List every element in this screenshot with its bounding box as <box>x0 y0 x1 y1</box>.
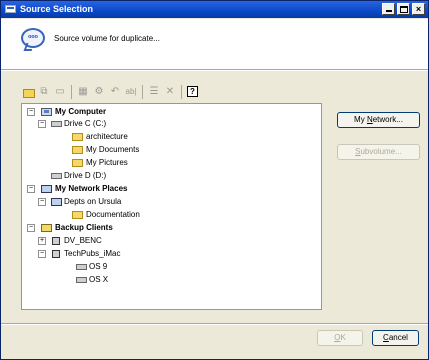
header-prompt: Source volume for duplicate... <box>54 34 160 43</box>
subvolume-button[interactable]: Subvolume... <box>337 144 420 160</box>
collapse-toggle[interactable]: − <box>38 250 46 258</box>
maximize-icon <box>400 6 408 13</box>
button-label: etwork... <box>372 115 403 124</box>
toolbar-divider <box>142 85 143 99</box>
move-icon[interactable]: ▭ <box>53 85 67 99</box>
folder-icon <box>72 159 83 167</box>
collapse-toggle[interactable]: − <box>27 185 35 193</box>
tree-label: Drive D (D:) <box>64 171 107 180</box>
button-label: ancel <box>388 333 408 342</box>
properties-icon[interactable]: ▦ <box>76 85 90 99</box>
tree-label: architecture <box>86 132 128 141</box>
client-computer-icon <box>52 250 60 258</box>
toolbar-divider <box>181 85 182 99</box>
drive-icon <box>51 121 62 127</box>
folder-icon <box>72 146 83 154</box>
cancel-button[interactable]: Cancel <box>372 330 419 346</box>
folder-icon <box>72 133 83 141</box>
help-icon[interactable]: ? <box>187 86 198 97</box>
client-computer-icon <box>52 237 60 245</box>
tree-label: OS X <box>89 275 109 284</box>
filter-icon[interactable]: ☰ <box>147 85 161 99</box>
volume-icon <box>76 277 87 283</box>
tree-label: DV_BENC <box>64 236 102 245</box>
speech-bubble-icon: ᵒᵒᵒ <box>21 28 45 48</box>
my-network-button[interactable]: My Network... <box>337 112 420 128</box>
tree-label: My Network Places <box>55 184 128 193</box>
drive-icon <box>51 173 62 179</box>
rename-icon[interactable]: ab| <box>124 85 138 99</box>
folder-icon <box>72 211 83 219</box>
button-label: ubvolume... <box>360 147 402 156</box>
title-bar[interactable]: Source Selection × <box>1 1 428 18</box>
tree-label: My Documents <box>86 145 140 154</box>
button-label: My <box>354 115 367 124</box>
undo-icon[interactable]: ↶ <box>108 85 122 99</box>
tree-label: Documentation <box>86 210 140 219</box>
source-selection-dialog: Source Selection × ᵒᵒᵒ Source volume for… <box>0 0 429 360</box>
computer-icon <box>41 108 52 116</box>
toolbar: ⧉ ▭ ▦ ⚙ ↶ ab| ☰ ✕ ? <box>21 84 423 102</box>
expand-toggle[interactable]: + <box>38 237 46 245</box>
close-button[interactable]: × <box>412 3 425 15</box>
collapse-toggle[interactable]: − <box>27 108 35 116</box>
tree-label: Backup Clients <box>55 223 113 232</box>
toolbar-divider <box>71 85 72 99</box>
maximize-button[interactable] <box>397 3 410 15</box>
tree-label: TechPubs_iMac <box>64 249 121 258</box>
settings-icon[interactable]: ⚙ <box>92 85 106 99</box>
delete-icon[interactable]: ✕ <box>163 85 177 99</box>
ok-button[interactable]: OK <box>317 330 363 346</box>
app-icon <box>5 5 16 13</box>
dialog-header: ᵒᵒᵒ Source volume for duplicate... <box>1 19 428 69</box>
tree-label: OS 9 <box>89 262 108 271</box>
network-share-icon <box>51 198 62 206</box>
collapse-toggle[interactable]: − <box>38 120 46 128</box>
header-divider <box>1 69 428 71</box>
backup-clients-icon <box>41 224 52 232</box>
close-icon: × <box>415 4 422 14</box>
source-tree[interactable]: − My Computer − Drive C (C:) architectur… <box>21 103 322 310</box>
collapse-toggle[interactable]: − <box>27 224 35 232</box>
minimize-icon <box>386 10 392 12</box>
minimize-button[interactable] <box>382 3 395 15</box>
collapse-toggle[interactable]: − <box>38 198 46 206</box>
window-title: Source Selection <box>20 4 94 14</box>
tree-label: My Computer <box>55 107 107 116</box>
new-folder-icon[interactable] <box>21 85 35 99</box>
tree-label: Depts on Ursula <box>64 197 122 206</box>
tree-label: Drive C (C:) <box>64 119 107 128</box>
tree-label: My Pictures <box>86 158 128 167</box>
volume-icon <box>76 264 87 270</box>
copy-icon[interactable]: ⧉ <box>37 85 51 99</box>
button-label: K <box>340 333 346 342</box>
footer-divider <box>1 323 428 325</box>
network-icon <box>41 185 52 193</box>
